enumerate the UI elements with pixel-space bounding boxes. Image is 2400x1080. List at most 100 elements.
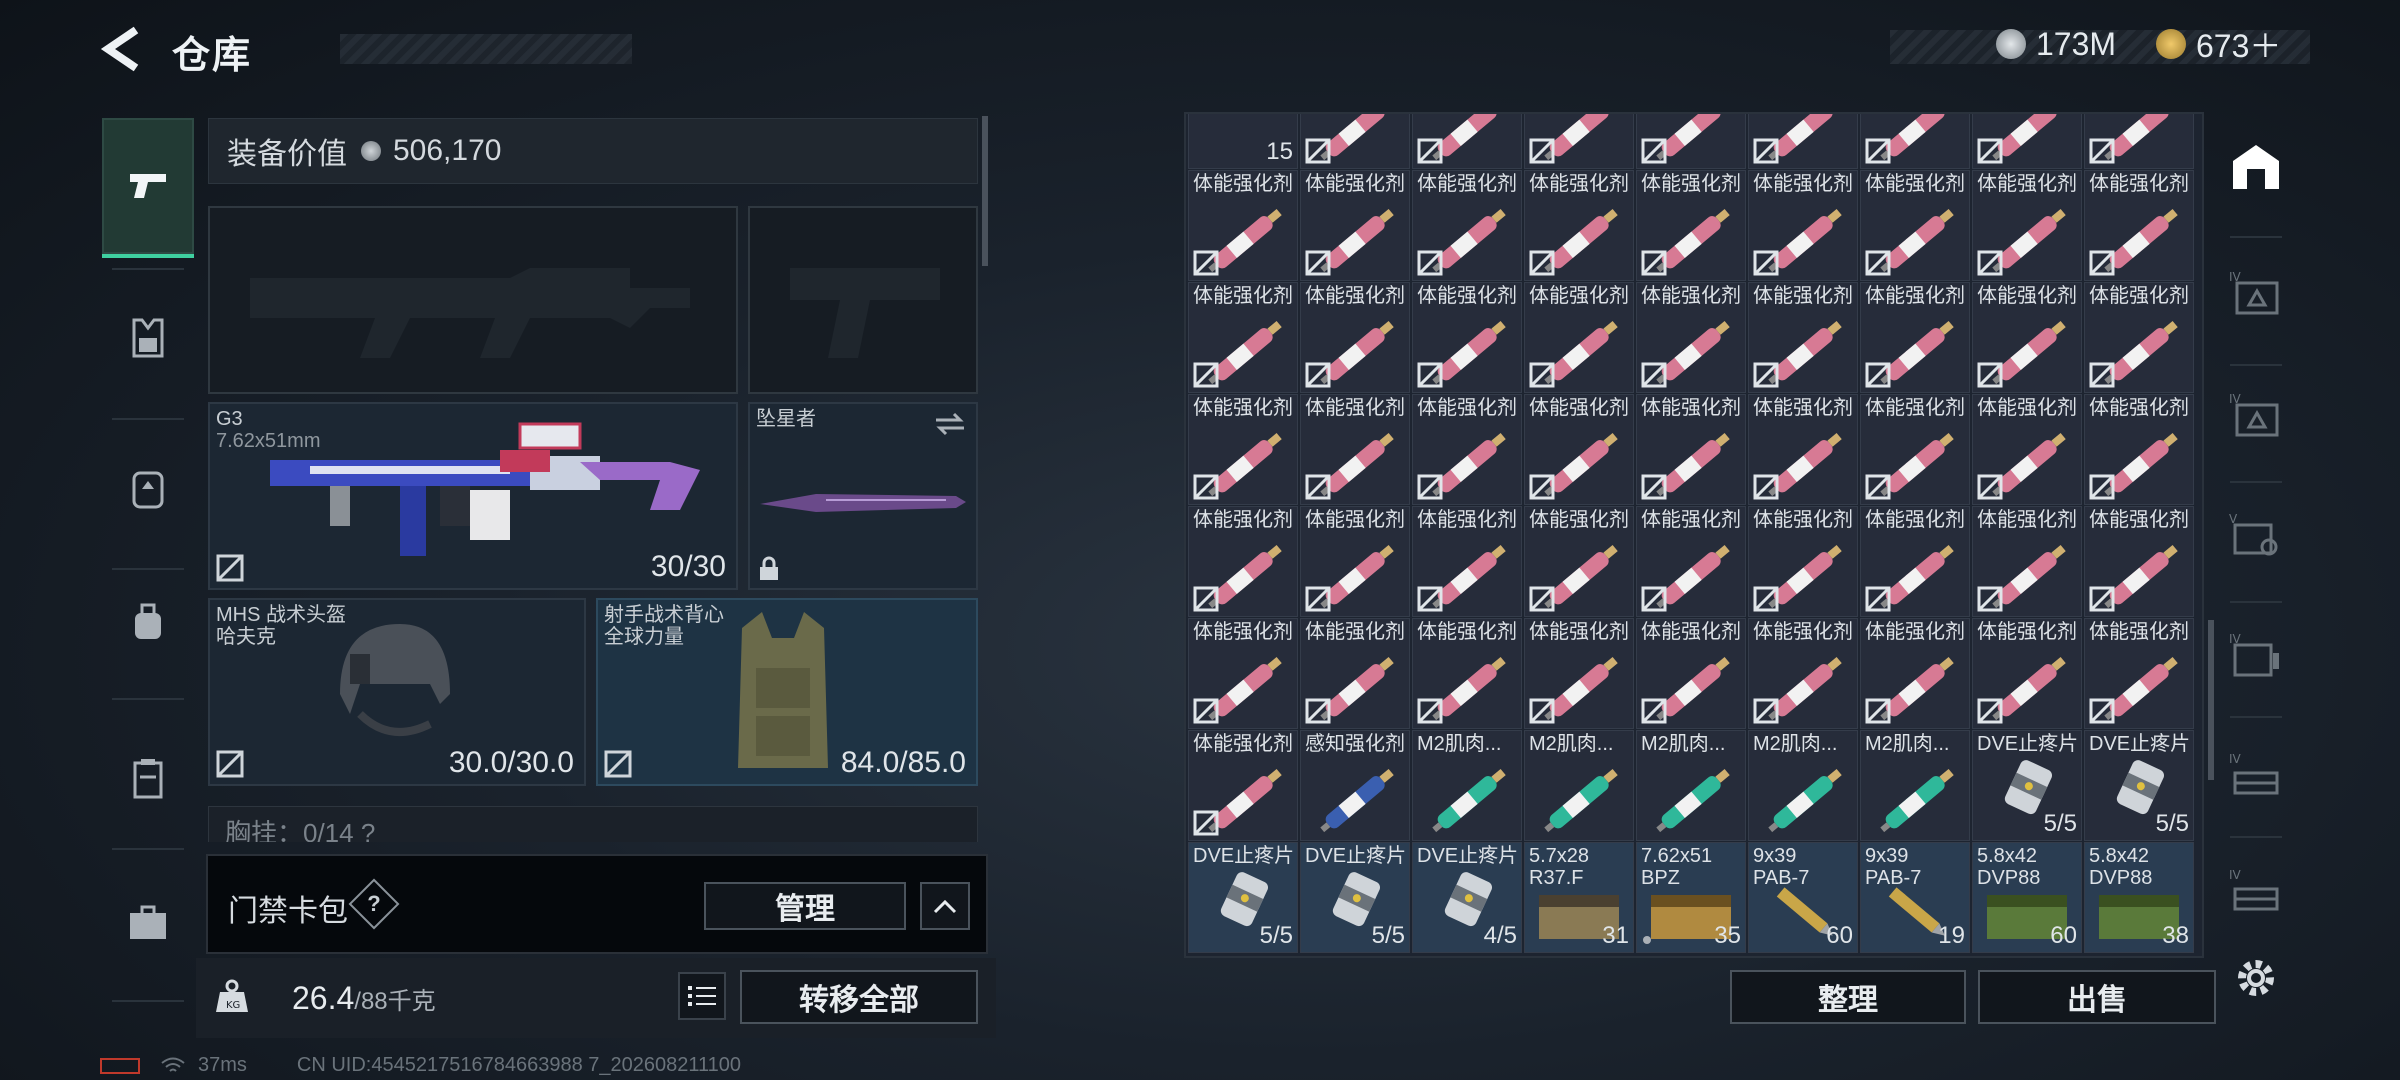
inventory-item[interactable]: 体能强化剂: [1300, 170, 1410, 281]
inventory-item[interactable]: 体能强化剂: [1748, 394, 1858, 505]
inventory-item[interactable]: 体能强化剂: [1636, 618, 1746, 729]
inventory-item[interactable]: 体能强化剂: [1972, 170, 2082, 281]
inventory-item[interactable]: 体能强化剂: [1860, 394, 1970, 505]
tab-storage-3[interactable]: IV: [2216, 366, 2296, 466]
inventory-item[interactable]: [1636, 114, 1746, 169]
inventory-item[interactable]: 体能强化剂: [1412, 394, 1522, 505]
tab-storage-2[interactable]: IV: [2216, 244, 2296, 344]
inventory-item[interactable]: [1412, 114, 1522, 169]
sell-button[interactable]: 出售: [1978, 970, 2216, 1024]
manage-button[interactable]: 管理: [704, 882, 906, 930]
tab-storage-7[interactable]: IV: [2216, 842, 2296, 942]
inventory-item[interactable]: 体能强化剂: [1188, 618, 1298, 729]
chest-rig-bar[interactable]: 胸挂：0/14 ?: [208, 806, 978, 842]
tab-storage-6[interactable]: IV: [2216, 726, 2296, 826]
inventory-item[interactable]: M2肌肉...: [1412, 730, 1522, 841]
inventory-item[interactable]: 体能强化剂: [1188, 282, 1298, 393]
inventory-item[interactable]: 体能强化剂: [1636, 170, 1746, 281]
help-icon[interactable]: ?: [348, 878, 400, 930]
tab-toolbox[interactable]: [102, 853, 194, 993]
inventory-item[interactable]: 9x39 PAB-7 19: [1860, 842, 1970, 953]
inventory-scrollbar[interactable]: [2208, 620, 2214, 780]
tab-weapons[interactable]: [102, 118, 194, 258]
inventory-item[interactable]: 体能强化剂: [2084, 282, 2194, 393]
inventory-item[interactable]: 体能强化剂: [1188, 170, 1298, 281]
inventory-item[interactable]: [1300, 114, 1410, 169]
tab-pouch[interactable]: [102, 553, 194, 693]
inventory-item[interactable]: 体能强化剂: [2084, 618, 2194, 729]
inventory-item[interactable]: 体能强化剂: [1524, 394, 1634, 505]
swap-icon[interactable]: [932, 410, 968, 438]
inventory-item[interactable]: 体能强化剂: [1972, 282, 2082, 393]
armor-slot[interactable]: 射手战术背心 全球力量 84.0/85.0: [596, 598, 978, 786]
inventory-item[interactable]: 体能强化剂: [1636, 506, 1746, 617]
inventory-item[interactable]: 7.62x51 BPZ 35: [1636, 842, 1746, 953]
inventory-item[interactable]: 体能强化剂: [1412, 282, 1522, 393]
inventory-item[interactable]: [1748, 114, 1858, 169]
primary-weapon-slot[interactable]: G3 7.62x51mm 30/30: [208, 402, 738, 590]
inventory-item[interactable]: 体能强化剂: [1972, 394, 2082, 505]
sort-button[interactable]: 整理: [1730, 970, 1966, 1024]
tab-storage-5[interactable]: IV: [2216, 606, 2296, 706]
inventory-item[interactable]: 体能强化剂: [1972, 506, 2082, 617]
inventory-item[interactable]: DVE止疼片 5/5: [1300, 842, 1410, 953]
inventory-item[interactable]: 体能强化剂: [1636, 394, 1746, 505]
inventory-item[interactable]: 体能强化剂: [1300, 394, 1410, 505]
inventory-item[interactable]: 体能强化剂: [1412, 170, 1522, 281]
inventory-item[interactable]: 5.8x42 DVP88 38: [2084, 842, 2194, 953]
expand-button[interactable]: [920, 882, 970, 930]
inventory-item[interactable]: 体能强化剂: [1188, 506, 1298, 617]
inventory-item[interactable]: 体能强化剂: [1748, 506, 1858, 617]
tab-case[interactable]: [102, 708, 194, 848]
inventory-item[interactable]: 感知强化剂: [1300, 730, 1410, 841]
inventory-item[interactable]: [1860, 114, 1970, 169]
inventory-item[interactable]: [2084, 114, 2194, 169]
tab-backpack[interactable]: [102, 418, 194, 558]
inventory-item[interactable]: 体能强化剂: [1748, 170, 1858, 281]
inventory-item[interactable]: 体能强化剂: [1636, 282, 1746, 393]
inventory-item[interactable]: 体能强化剂: [1524, 170, 1634, 281]
inventory-item[interactable]: 15: [1188, 114, 1298, 169]
inventory-item[interactable]: 体能强化剂: [1860, 282, 1970, 393]
loadout-scrollbar[interactable]: [982, 116, 988, 266]
inventory-item[interactable]: 体能强化剂: [2084, 170, 2194, 281]
inventory-item[interactable]: 体能强化剂: [1972, 618, 2082, 729]
inventory-item[interactable]: 体能强化剂: [1748, 618, 1858, 729]
settings-gear-icon[interactable]: [2232, 954, 2280, 1002]
inventory-item[interactable]: 体能强化剂: [1860, 618, 1970, 729]
inventory-item[interactable]: 体能强化剂: [1300, 506, 1410, 617]
tab-storage-main[interactable]: [2216, 116, 2296, 216]
transfer-all-button[interactable]: 转移全部: [740, 970, 978, 1024]
inventory-item[interactable]: 体能强化剂: [1188, 730, 1298, 841]
inventory-item[interactable]: 9x39 PAB-7 60: [1748, 842, 1858, 953]
tab-storage-4[interactable]: V: [2216, 486, 2296, 586]
tab-chest-rig[interactable]: [102, 268, 194, 408]
token-value[interactable]: 673＋: [2196, 21, 2281, 67]
inventory-item[interactable]: 体能强化剂: [1188, 394, 1298, 505]
inventory-item[interactable]: M2肌肉...: [1636, 730, 1746, 841]
inventory-item[interactable]: 体能强化剂: [1748, 282, 1858, 393]
inventory-item[interactable]: DVE止疼片 5/5: [1188, 842, 1298, 953]
melee-slot[interactable]: 坠星者: [748, 402, 978, 590]
inventory-item[interactable]: [1524, 114, 1634, 169]
inventory-item[interactable]: [1972, 114, 2082, 169]
pistol-slot-empty[interactable]: [748, 206, 978, 394]
back-arrow-icon[interactable]: [100, 26, 144, 72]
inventory-item[interactable]: 体能强化剂: [1524, 506, 1634, 617]
inventory-item[interactable]: 体能强化剂: [1524, 618, 1634, 729]
list-button[interactable]: [678, 972, 726, 1020]
inventory-item[interactable]: M2肌肉...: [1860, 730, 1970, 841]
helmet-slot[interactable]: MHS 战术头盔 哈夫克 30.0/30.0: [208, 598, 586, 786]
inventory-item[interactable]: 体能强化剂: [1300, 618, 1410, 729]
inventory-item[interactable]: 体能强化剂: [1412, 506, 1522, 617]
inventory-item[interactable]: 体能强化剂: [2084, 506, 2194, 617]
inventory-item[interactable]: 体能强化剂: [1300, 282, 1410, 393]
inventory-item[interactable]: DVE止疼片 5/5: [1972, 730, 2082, 841]
inventory-item[interactable]: 体能强化剂: [1860, 506, 1970, 617]
inventory-item[interactable]: 体能强化剂: [1860, 170, 1970, 281]
inventory-item[interactable]: M2肌肉...: [1524, 730, 1634, 841]
inventory-item[interactable]: M2肌肉...: [1748, 730, 1858, 841]
inventory-item[interactable]: DVE止疼片 4/5: [1412, 842, 1522, 953]
inventory-item[interactable]: DVE止疼片 5/5: [2084, 730, 2194, 841]
inventory-item[interactable]: 体能强化剂: [2084, 394, 2194, 505]
